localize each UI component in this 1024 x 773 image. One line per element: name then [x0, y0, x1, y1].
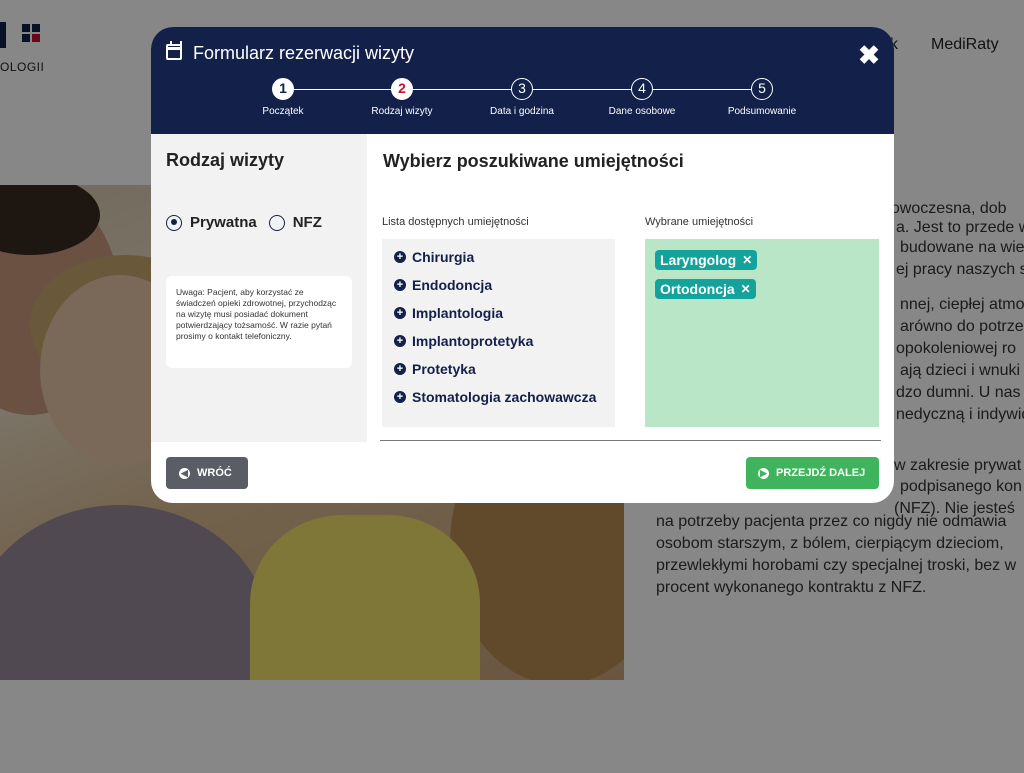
step-number: 1 — [272, 78, 294, 100]
step-label: Podsumowanie — [727, 106, 797, 117]
skill-label: Endodoncja — [412, 277, 493, 293]
selected-skill-tag: Ortodoncja ✕ — [655, 279, 756, 299]
remove-icon[interactable]: ✕ — [741, 282, 751, 296]
step-number: 2 — [391, 78, 413, 100]
step-5[interactable]: 5 Podsumowanie — [712, 78, 812, 117]
calendar-icon — [166, 41, 182, 60]
modal-title: Formularz rezerwacji wizyty — [193, 43, 415, 63]
available-skills-list: + Chirurgia + Endodoncja + Implantologia… — [382, 239, 615, 427]
step-number: 5 — [751, 78, 773, 100]
list-item[interactable]: + Chirurgia — [394, 249, 474, 265]
plus-circle-icon: + — [394, 335, 406, 347]
step-1[interactable]: 1 Początek — [233, 78, 333, 117]
booking-modal: Formularz rezerwacji wizyty ✖ 1 Początek… — [151, 27, 894, 503]
skill-label: Protetyka — [412, 361, 476, 377]
next-button-label: PRZEJDŹ DALEJ — [776, 467, 866, 479]
step-label: Data i godzina — [490, 106, 554, 117]
radio-prywatna[interactable] — [166, 214, 182, 231]
radio-nfz[interactable] — [268, 214, 285, 231]
arrow-right-icon: ▶ — [758, 467, 769, 479]
plus-circle-icon: + — [394, 391, 406, 403]
back-button-label: WRÓĆ — [197, 467, 232, 479]
back-button[interactable]: ◀ WRÓĆ — [166, 457, 248, 489]
step-number: 4 — [631, 78, 653, 100]
radio-label-nfz[interactable]: NFZ — [293, 214, 322, 231]
next-button[interactable]: ▶ PRZEJDŹ DALEJ — [746, 457, 879, 489]
skill-label: Implantoprotetyka — [412, 333, 534, 349]
plus-circle-icon: + — [394, 363, 406, 375]
step-2[interactable]: 2 Rodzaj wizyty — [352, 78, 452, 117]
divider — [380, 440, 881, 441]
selected-skill-tag: Laryngolog ✕ — [655, 250, 758, 270]
visit-type-title: Rodzaj wizyty — [166, 150, 285, 170]
list-item[interactable]: + Implantologia — [394, 305, 503, 321]
list-item[interactable]: + Implantoprotetyka — [394, 333, 533, 349]
close-icon[interactable]: ✖ — [857, 41, 881, 69]
skills-title: Wybierz poszukiwane umiejętności — [383, 151, 684, 171]
visit-type-options: Prywatna NFZ — [166, 214, 334, 231]
list-item[interactable]: + Stomatologia zachowawcza — [394, 389, 596, 405]
step-3[interactable]: 3 Data i godzina — [472, 78, 572, 117]
patient-note: Uwaga: Pacjent, aby korzystać ze świadcz… — [166, 276, 352, 368]
arrow-left-icon: ◀ — [179, 467, 190, 479]
plus-circle-icon: + — [394, 279, 406, 291]
plus-circle-icon: + — [394, 307, 406, 319]
list-item[interactable]: + Endodoncja — [394, 277, 492, 293]
step-label: Początek — [262, 106, 304, 117]
list-item[interactable]: + Protetyka — [394, 361, 476, 377]
visit-type-panel: Rodzaj wizyty Prywatna NFZ Uwaga: Pacjen… — [151, 134, 367, 442]
skill-label: Chirurgia — [412, 249, 475, 265]
tag-label: Laryngolog — [660, 252, 737, 268]
tag-label: Ortodoncja — [660, 281, 735, 297]
selected-skills-label: Wybrane umiejętności — [645, 216, 754, 228]
plus-circle-icon: + — [394, 251, 406, 263]
available-skills-label: Lista dostępnych umiejętności — [382, 216, 529, 228]
skill-label: Stomatologia zachowawcza — [412, 389, 597, 405]
step-label: Rodzaj wizyty — [371, 106, 433, 117]
radio-label-prywatna[interactable]: Prywatna — [190, 214, 257, 231]
skill-label: Implantologia — [412, 305, 503, 321]
step-label: Dane osobowe — [608, 106, 676, 117]
step-number: 3 — [511, 78, 533, 100]
remove-icon[interactable]: ✕ — [742, 253, 752, 267]
selected-skills-list: Laryngolog ✕ Ortodoncja ✕ — [645, 239, 879, 427]
step-4[interactable]: 4 Dane osobowe — [592, 78, 692, 117]
modal-header: Formularz rezerwacji wizyty ✖ 1 Początek… — [151, 27, 894, 134]
